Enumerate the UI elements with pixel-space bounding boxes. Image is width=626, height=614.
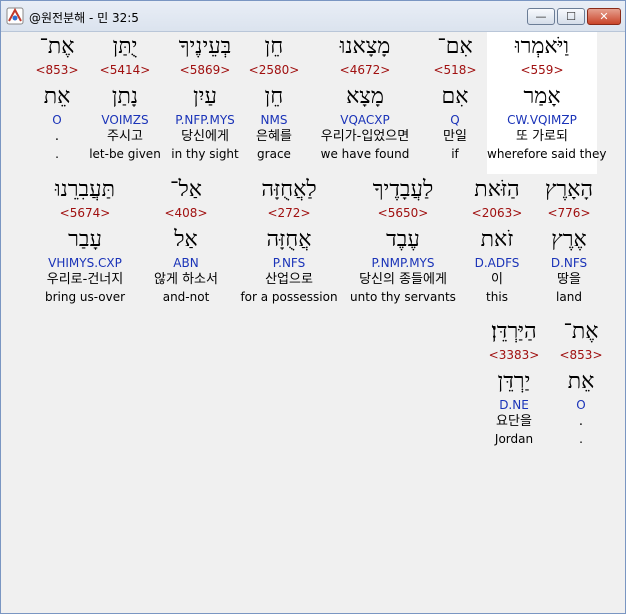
word-column[interactable]: הַזֹּאת <2063> זֹאת D.ADFS 이 this <box>442 175 552 305</box>
parsing-code: ABN <box>173 256 199 270</box>
strong-number: <2063> <box>471 206 523 220</box>
english-gloss: bring us-over <box>44 290 126 304</box>
app-icon <box>6 7 24 25</box>
maximize-button[interactable]: ☐ <box>557 8 585 25</box>
parsing-code: O <box>52 113 62 127</box>
word-column[interactable]: לַאֲחֻזָּה <272> אֲחֻזָּה P.NFS 산업으로 for… <box>234 175 344 305</box>
parsing-code: P.NFS <box>272 256 306 270</box>
parsing-code: VHIMYS.CXP <box>48 256 122 270</box>
hebrew-lemma: עֶבֶד <box>386 227 420 252</box>
minimize-button[interactable]: — <box>527 8 555 25</box>
hebrew-lemma: זֹאת <box>480 227 514 252</box>
strong-number: <3383> <box>488 348 540 362</box>
strong-number: <853> <box>35 63 79 77</box>
strong-number: <5650> <box>377 206 429 220</box>
close-button[interactable]: ✕ <box>587 8 621 25</box>
korean-gloss: 요단을 <box>496 414 532 429</box>
hebrew-word: תַּעֲבִרֵנוּ <box>54 177 116 202</box>
word-column[interactable]: אַל־ <408> אַל ABN 않게 하소서 and-not <box>131 175 241 305</box>
word-column[interactable]: לַעֲבָדֶיךָ <5650> עֶבֶד P.NMP.MYS 당신의 종… <box>348 175 458 305</box>
english-gloss: this <box>486 290 508 304</box>
hebrew-word: הַיַּרְדֵּן׃ <box>491 319 537 344</box>
word-column[interactable]: תַּעֲבִרֵנוּ <5674> עָבַר VHIMYS.CXP 우리로… <box>30 175 140 305</box>
app-window: @원전분해 - 민 32:5 — ☐ ✕ וַיֹּאמְרוּ <559> א… <box>0 0 626 614</box>
strong-number: <272> <box>267 206 311 220</box>
hebrew-lemma: עָבַר <box>68 227 102 252</box>
korean-gloss: 않게 하소서 <box>154 272 218 287</box>
hebrew-lemma: יַרְדֵּן <box>497 369 531 394</box>
word-column[interactable]: אֶת־ <853> אֵת O . . <box>2 32 112 162</box>
title-bar[interactable]: @원전분해 - 민 32:5 — ☐ ✕ <box>1 1 625 32</box>
hebrew-word: אֶת־ <box>39 34 75 59</box>
parsing-code: P.NMP.MYS <box>371 256 435 270</box>
hebrew-lemma: אֲחֻזָּה <box>266 227 312 252</box>
parsing-code: D.NE <box>499 398 529 412</box>
english-gloss: . <box>55 147 59 161</box>
hebrew-word: לַעֲבָדֶיךָ <box>372 177 434 202</box>
hebrew-word: אַל־ <box>170 177 202 202</box>
korean-gloss: 우리로-건너지 <box>46 272 124 287</box>
strong-number: <5674> <box>59 206 111 220</box>
hebrew-word: הַזֹּאת <box>474 177 520 202</box>
strong-number: <408> <box>164 206 208 220</box>
hebrew-lemma: אַל <box>174 227 198 252</box>
parsing-code: D.ADFS <box>474 256 520 270</box>
word-analysis-pane: וַיֹּאמְרוּ <559> אָמַר CW.VQIMZP 또 가로되 … <box>7 32 621 608</box>
korean-gloss: 당신의 종들에게 <box>359 272 447 287</box>
hebrew-lemma: אֵת <box>43 84 71 109</box>
english-gloss: for a possession <box>240 290 338 304</box>
english-gloss: and-not <box>162 290 210 304</box>
word-column[interactable]: הַיַּרְדֵּן׃ <3383> יַרְדֵּן D.NE 요단을 Jo… <box>459 317 569 447</box>
english-gloss: Jordan <box>494 432 534 446</box>
korean-gloss: 산업으로 <box>265 272 313 287</box>
hebrew-word: לַאֲחֻזָּה <box>261 177 317 202</box>
korean-gloss: 이 <box>491 272 503 287</box>
english-gloss: unto thy servants <box>350 290 456 304</box>
korean-gloss: . <box>54 129 60 144</box>
window-title: @원전분해 - 민 32:5 <box>29 11 139 25</box>
